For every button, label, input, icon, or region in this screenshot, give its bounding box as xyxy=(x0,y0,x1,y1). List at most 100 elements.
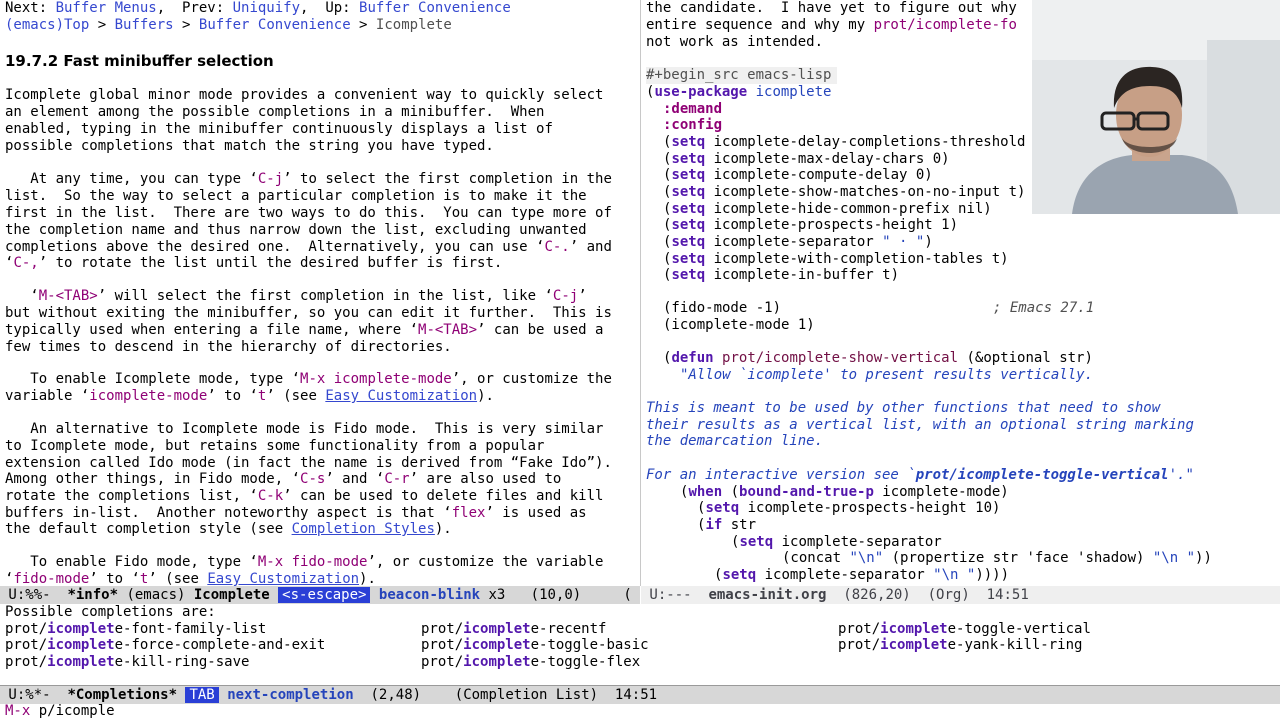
completions-window[interactable]: Possible completions are: prot/icomplete… xyxy=(0,604,1280,686)
breadcrumb-buffers[interactable]: Buffers xyxy=(115,17,174,33)
completion-candidate[interactable]: prot/icomplete-recentf xyxy=(421,621,606,638)
package-name: icomplete xyxy=(747,84,832,100)
completion-candidate[interactable]: prot/icomplete-font-family-list xyxy=(5,621,266,638)
info-text-line: ‘fido-mode’ to ‘t’ (see Easy Customizati… xyxy=(5,571,376,586)
docstring-line: their results as a vertical list, with a… xyxy=(646,417,1194,433)
string: "\n" xyxy=(849,550,884,566)
completion-candidate[interactable]: prot/icomplete-toggle-vertical xyxy=(838,621,1091,638)
text: prot/ xyxy=(838,637,881,653)
text: ’ to ‘ xyxy=(207,388,258,404)
text: ‘ xyxy=(5,288,39,304)
text: icomplete-separator xyxy=(705,234,883,250)
keycast-command: beacon-blink xyxy=(378,587,481,603)
text: (concat xyxy=(782,550,850,566)
easy-customization-link[interactable]: Easy Customization xyxy=(325,388,477,404)
minibuffer-input[interactable]: p/icomple xyxy=(39,703,115,719)
modeline-completions[interactable]: U:%*- *Completions* TAB next-completion … xyxy=(0,685,1280,704)
org-text-line: entire sequence and why my prot/icomplet… xyxy=(646,17,1017,34)
text: typically used when entering a file name… xyxy=(5,322,419,338)
modeline-org[interactable]: U:--- emacs-init.org (826,20) (Org) 14:5… xyxy=(641,586,1280,604)
text: ’, or customize the xyxy=(451,371,612,387)
src-block-begin: #+begin_src emacs-lisp xyxy=(646,67,838,84)
modeline-buffer-name[interactable]: emacs-init.org xyxy=(708,587,826,603)
text: )))) xyxy=(975,567,1010,583)
text: variable ‘ xyxy=(5,388,90,404)
next-link[interactable]: Buffer Menus xyxy=(56,0,157,16)
text: icomplete-mode) xyxy=(873,484,1009,500)
completion-candidate[interactable]: prot/icomplete-toggle-basic xyxy=(421,637,649,654)
keyword: setq xyxy=(671,267,706,283)
text: icomplete-hide-common-prefix nil) xyxy=(705,201,992,217)
text: ’ to rotate the list until the desired b… xyxy=(38,255,503,271)
keycast-command: next-completion xyxy=(227,687,354,703)
keybinding: M-<TAB> xyxy=(38,288,98,304)
text: ’ are also used to xyxy=(409,471,562,487)
keyword: setq xyxy=(671,184,706,200)
text: ). xyxy=(359,571,376,586)
info-text-line: An alternative to Icomplete mode is Fido… xyxy=(5,421,604,437)
info-text-line: extension called Ido mode (in fact the n… xyxy=(5,455,612,471)
text: icomplete-delay-completions-threshold xyxy=(705,134,1026,150)
text: completions above the desired one. Alter… xyxy=(5,239,545,255)
prev-label: , Prev: xyxy=(156,0,233,16)
text: entire sequence and why my xyxy=(646,17,874,33)
breadcrumb-sep: > xyxy=(350,17,376,33)
text: prot/ xyxy=(421,637,464,653)
docstring-line: "Allow `icomplete' to present results ve… xyxy=(680,367,1094,383)
keybinding: C-k xyxy=(257,488,284,504)
info-text-line: variable ‘icomplete-mode’ to ‘t’ (see Ea… xyxy=(5,388,494,405)
completion-candidate[interactable]: prot/icomplete-toggle-flex xyxy=(421,654,640,671)
keyword: setq xyxy=(671,217,706,233)
code-line: (concat "\n" (propertize str 'face 'shad… xyxy=(782,550,1212,567)
modeline-position: (10,0) ( xyxy=(505,587,632,603)
modeline-buffer-name[interactable]: *Completions* xyxy=(67,687,177,703)
text: ’ (see xyxy=(266,388,326,404)
text: e-toggle-flex xyxy=(530,654,641,670)
text: ’ and xyxy=(569,239,612,255)
up-link[interactable]: Buffer Convenience xyxy=(359,0,511,16)
text: icomplete-separator xyxy=(773,534,942,550)
prev-link[interactable]: Uniquify xyxy=(233,0,300,16)
code-line: (setq icomplete-separator "\n ")))) xyxy=(714,567,1010,583)
keyword: when xyxy=(688,484,723,500)
code-line: (fido-mode -1) xyxy=(663,300,781,317)
symbol-reference: prot/icomplete-toggle-vertical xyxy=(915,467,1169,483)
completion-candidate[interactable]: prot/icomplete-kill-ring-save xyxy=(5,654,249,671)
text: (fido-mode -1) xyxy=(663,300,782,316)
code-line: (setq icomplete-in-buffer t) xyxy=(663,267,900,283)
info-text-line: ‘M-<TAB>’ will select the first completi… xyxy=(5,288,586,305)
keybinding: C-. xyxy=(544,239,570,255)
webcam-overlay xyxy=(1032,0,1280,214)
text: For an interactive version see ` xyxy=(646,467,916,483)
info-window[interactable]: Next: Buffer Menus, Prev: Uniquify, Up: … xyxy=(0,0,640,586)
text: e-kill-ring-save xyxy=(114,654,250,670)
info-text-line: ‘C-,’ to rotate the list until the desir… xyxy=(5,255,502,272)
match-highlight: icomplet xyxy=(47,637,115,653)
modeline-info[interactable]: U:%%- *info* (emacs) Icomplete <s-escape… xyxy=(0,586,640,604)
verbatim-symbol: prot/icomplete-fo xyxy=(873,17,1017,33)
easy-customization-link[interactable]: Easy Customization xyxy=(207,571,359,586)
keyword: setq xyxy=(671,167,706,183)
minibuffer[interactable]: M-x p/icomple xyxy=(5,703,115,720)
text: e-recentf xyxy=(530,621,607,637)
text: ). xyxy=(477,388,494,404)
code-line: (setq icomplete-separator xyxy=(731,534,942,550)
text: ’ can be used a xyxy=(477,322,604,338)
code-line: (setq icomplete-separator " · ") xyxy=(663,234,933,250)
function-name: prot/icomplete-show-vertical xyxy=(722,350,959,366)
completion-candidate[interactable]: prot/icomplete-force-complete-and-exit xyxy=(5,637,325,654)
match-highlight: icomplet xyxy=(880,637,948,653)
breadcrumb-buffer-convenience[interactable]: Buffer Convenience xyxy=(199,17,351,33)
completion-candidate[interactable]: prot/icomplete-yank-kill-ring xyxy=(838,637,1082,654)
text: ’ and ‘ xyxy=(325,471,385,487)
modeline-buffer-name[interactable]: *info* xyxy=(67,587,118,603)
code-line: (icomplete-mode 1) xyxy=(663,317,815,333)
info-text-line: list. So the way to select a particular … xyxy=(5,188,587,204)
code-line: (setq icomplete-max-delay-chars 0) xyxy=(663,151,950,167)
info-text-line: the completion name and thus narrow down… xyxy=(5,222,587,238)
completion-styles-link[interactable]: Completion Styles xyxy=(292,521,435,537)
modeline-info-file: (emacs) xyxy=(118,587,194,603)
breadcrumb-top[interactable]: (emacs)Top xyxy=(5,17,89,33)
text: icomplete-prospects-height 10) xyxy=(739,500,1001,516)
info-text-line: typically used when entering a file name… xyxy=(5,322,603,339)
